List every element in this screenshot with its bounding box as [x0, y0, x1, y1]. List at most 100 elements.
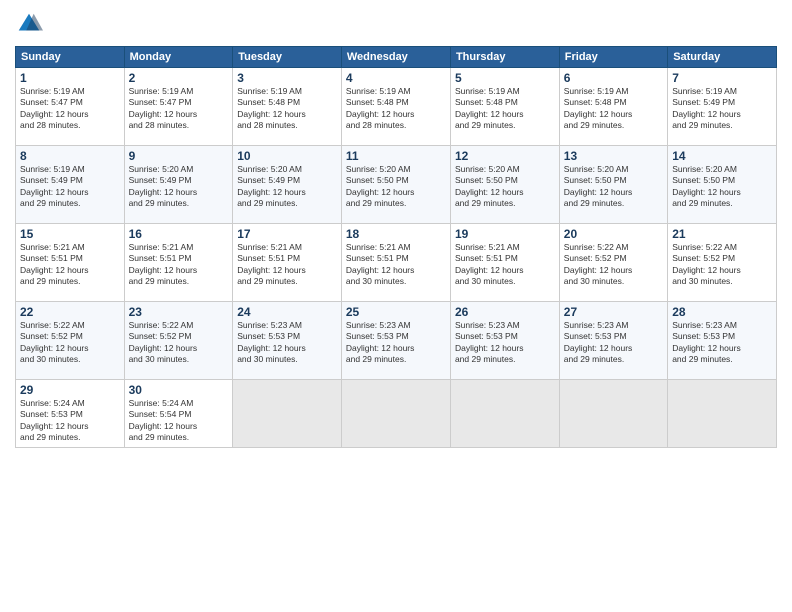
col-header-sunday: Sunday — [16, 47, 125, 68]
day-info: Sunrise: 5:22 AMSunset: 5:52 PMDaylight:… — [672, 242, 772, 288]
day-info: Sunrise: 5:19 AMSunset: 5:48 PMDaylight:… — [237, 86, 337, 132]
calendar-week-2: 8Sunrise: 5:19 AMSunset: 5:49 PMDaylight… — [16, 146, 777, 224]
calendar-cell: 7Sunrise: 5:19 AMSunset: 5:49 PMDaylight… — [668, 68, 777, 146]
calendar-week-4: 22Sunrise: 5:22 AMSunset: 5:52 PMDayligh… — [16, 302, 777, 380]
calendar-cell: 14Sunrise: 5:20 AMSunset: 5:50 PMDayligh… — [668, 146, 777, 224]
day-info: Sunrise: 5:21 AMSunset: 5:51 PMDaylight:… — [129, 242, 229, 288]
calendar-cell: 21Sunrise: 5:22 AMSunset: 5:52 PMDayligh… — [668, 224, 777, 302]
day-number: 13 — [564, 149, 663, 163]
calendar-cell: 18Sunrise: 5:21 AMSunset: 5:51 PMDayligh… — [341, 224, 450, 302]
day-info: Sunrise: 5:19 AMSunset: 5:47 PMDaylight:… — [129, 86, 229, 132]
day-info: Sunrise: 5:24 AMSunset: 5:53 PMDaylight:… — [20, 398, 120, 444]
calendar-cell: 6Sunrise: 5:19 AMSunset: 5:48 PMDaylight… — [559, 68, 667, 146]
day-number: 8 — [20, 149, 120, 163]
logo — [15, 10, 47, 38]
calendar-cell: 25Sunrise: 5:23 AMSunset: 5:53 PMDayligh… — [341, 302, 450, 380]
day-info: Sunrise: 5:20 AMSunset: 5:49 PMDaylight:… — [237, 164, 337, 210]
col-header-monday: Monday — [124, 47, 233, 68]
calendar-cell: 17Sunrise: 5:21 AMSunset: 5:51 PMDayligh… — [233, 224, 342, 302]
day-number: 24 — [237, 305, 337, 319]
day-info: Sunrise: 5:23 AMSunset: 5:53 PMDaylight:… — [346, 320, 446, 366]
day-number: 6 — [564, 71, 663, 85]
day-info: Sunrise: 5:21 AMSunset: 5:51 PMDaylight:… — [455, 242, 555, 288]
day-info: Sunrise: 5:21 AMSunset: 5:51 PMDaylight:… — [237, 242, 337, 288]
day-number: 15 — [20, 227, 120, 241]
day-info: Sunrise: 5:23 AMSunset: 5:53 PMDaylight:… — [672, 320, 772, 366]
day-info: Sunrise: 5:23 AMSunset: 5:53 PMDaylight:… — [564, 320, 663, 366]
day-number: 10 — [237, 149, 337, 163]
day-info: Sunrise: 5:22 AMSunset: 5:52 PMDaylight:… — [20, 320, 120, 366]
day-info: Sunrise: 5:22 AMSunset: 5:52 PMDaylight:… — [129, 320, 229, 366]
day-number: 3 — [237, 71, 337, 85]
col-header-thursday: Thursday — [450, 47, 559, 68]
day-info: Sunrise: 5:24 AMSunset: 5:54 PMDaylight:… — [129, 398, 229, 444]
calendar-cell: 11Sunrise: 5:20 AMSunset: 5:50 PMDayligh… — [341, 146, 450, 224]
day-number: 30 — [129, 383, 229, 397]
day-number: 29 — [20, 383, 120, 397]
calendar-cell: 12Sunrise: 5:20 AMSunset: 5:50 PMDayligh… — [450, 146, 559, 224]
calendar-cell: 28Sunrise: 5:23 AMSunset: 5:53 PMDayligh… — [668, 302, 777, 380]
calendar-cell: 15Sunrise: 5:21 AMSunset: 5:51 PMDayligh… — [16, 224, 125, 302]
calendar-cell — [233, 380, 342, 448]
page: SundayMondayTuesdayWednesdayThursdayFrid… — [0, 0, 792, 612]
calendar-cell: 16Sunrise: 5:21 AMSunset: 5:51 PMDayligh… — [124, 224, 233, 302]
day-info: Sunrise: 5:19 AMSunset: 5:49 PMDaylight:… — [672, 86, 772, 132]
day-number: 14 — [672, 149, 772, 163]
day-number: 26 — [455, 305, 555, 319]
calendar-week-3: 15 Sunrise: 5:21 AMSunset: 5:51 PMDayligh… — [16, 224, 777, 302]
day-info: Sunrise: 5:19 AMSunset: 5:48 PMDaylight:… — [455, 86, 555, 132]
calendar-week-1: 1Sunrise: 5:19 AMSunset: 5:47 PMDaylight… — [16, 68, 777, 146]
calendar-cell: 22Sunrise: 5:22 AMSunset: 5:52 PMDayligh… — [16, 302, 125, 380]
day-info: Sunrise: 5:23 AMSunset: 5:53 PMDaylight:… — [455, 320, 555, 366]
day-info: Sunrise: 5:22 AMSunset: 5:52 PMDaylight:… — [564, 242, 663, 288]
day-number: 19 — [455, 227, 555, 241]
day-info: Sunrise: 5:20 AMSunset: 5:50 PMDaylight:… — [346, 164, 446, 210]
day-number: 2 — [129, 71, 229, 85]
calendar-cell: 2Sunrise: 5:19 AMSunset: 5:47 PMDaylight… — [124, 68, 233, 146]
day-number: 28 — [672, 305, 772, 319]
day-info: Sunrise: 5:19 AMSunset: 5:48 PMDaylight:… — [564, 86, 663, 132]
col-header-tuesday: Tuesday — [233, 47, 342, 68]
col-header-friday: Friday — [559, 47, 667, 68]
day-info: Sunrise: 5:19 AMSunset: 5:48 PMDaylight:… — [346, 86, 446, 132]
calendar-cell: 27Sunrise: 5:23 AMSunset: 5:53 PMDayligh… — [559, 302, 667, 380]
calendar-cell: 30Sunrise: 5:24 AMSunset: 5:54 PMDayligh… — [124, 380, 233, 448]
calendar-cell: 5Sunrise: 5:19 AMSunset: 5:48 PMDaylight… — [450, 68, 559, 146]
day-info: Sunrise: 5:20 AMSunset: 5:49 PMDaylight:… — [129, 164, 229, 210]
calendar-cell: 1Sunrise: 5:19 AMSunset: 5:47 PMDaylight… — [16, 68, 125, 146]
day-number: 7 — [672, 71, 772, 85]
calendar-cell: 26Sunrise: 5:23 AMSunset: 5:53 PMDayligh… — [450, 302, 559, 380]
day-info: Sunrise: 5:19 AMSunset: 5:49 PMDaylight:… — [20, 164, 120, 210]
calendar-cell: 29Sunrise: 5:24 AMSunset: 5:53 PMDayligh… — [16, 380, 125, 448]
day-number: 18 — [346, 227, 446, 241]
calendar-cell: 8Sunrise: 5:19 AMSunset: 5:49 PMDaylight… — [16, 146, 125, 224]
day-number: 17 — [237, 227, 337, 241]
day-number: 1 — [20, 71, 120, 85]
col-header-saturday: Saturday — [668, 47, 777, 68]
day-info: Sunrise: 5:20 AMSunset: 5:50 PMDaylight:… — [455, 164, 555, 210]
calendar-header-row: SundayMondayTuesdayWednesdayThursdayFrid… — [16, 47, 777, 68]
day-number: 21 — [672, 227, 772, 241]
day-info: Sunrise: 5:20 AMSunset: 5:50 PMDaylight:… — [672, 164, 772, 210]
day-number: 27 — [564, 305, 663, 319]
logo-icon — [15, 10, 43, 38]
calendar-cell: 10Sunrise: 5:20 AMSunset: 5:49 PMDayligh… — [233, 146, 342, 224]
day-number: 25 — [346, 305, 446, 319]
day-number: 9 — [129, 149, 229, 163]
day-info: Sunrise: 5:23 AMSunset: 5:53 PMDaylight:… — [237, 320, 337, 366]
day-info: Sunrise: 5:20 AMSunset: 5:50 PMDaylight:… — [564, 164, 663, 210]
calendar-cell — [559, 380, 667, 448]
calendar-cell: 13Sunrise: 5:20 AMSunset: 5:50 PMDayligh… — [559, 146, 667, 224]
day-number: 4 — [346, 71, 446, 85]
calendar-cell: 9Sunrise: 5:20 AMSunset: 5:49 PMDaylight… — [124, 146, 233, 224]
calendar-week-5: 29Sunrise: 5:24 AMSunset: 5:53 PMDayligh… — [16, 380, 777, 448]
day-number: 23 — [129, 305, 229, 319]
calendar-cell: 3Sunrise: 5:19 AMSunset: 5:48 PMDaylight… — [233, 68, 342, 146]
calendar-cell — [668, 380, 777, 448]
day-number: 5 — [455, 71, 555, 85]
calendar-cell: 23Sunrise: 5:22 AMSunset: 5:52 PMDayligh… — [124, 302, 233, 380]
day-info: Sunrise: 5:19 AMSunset: 5:47 PMDaylight:… — [20, 86, 120, 132]
day-number: 16 — [129, 227, 229, 241]
day-number: 20 — [564, 227, 663, 241]
day-number: 22 — [20, 305, 120, 319]
